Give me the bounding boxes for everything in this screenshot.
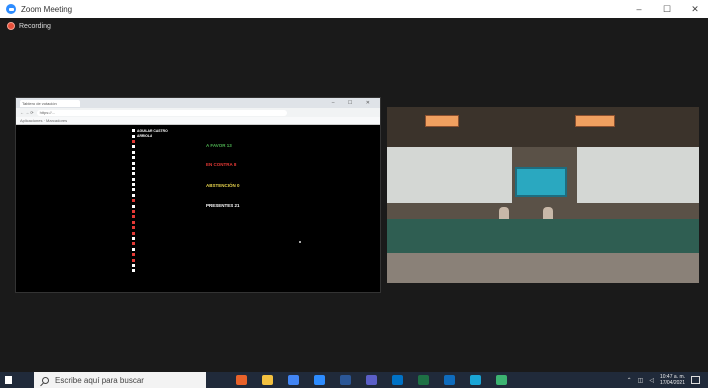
maximize-button[interactable]: ☐: [660, 4, 674, 15]
file-explorer-icon[interactable]: [262, 375, 273, 385]
vote-marker: [132, 226, 135, 230]
participant-video[interactable]: [387, 107, 699, 283]
taskbar: Escribe aquí para buscar ⌃ ◫ ◁ 10:47 a. …: [0, 372, 708, 388]
vote-marker: [132, 150, 135, 154]
ceiling-light: [575, 115, 615, 127]
tally-favor: A FAVOR 13: [206, 143, 232, 148]
bookmarks-bar: Aplicaciones · Marcadores: [16, 117, 380, 125]
browser-address-row: ← → ⟳ https://...: [16, 108, 380, 117]
vote-marker: [132, 166, 135, 170]
vote-marker: [132, 145, 135, 149]
recording-label: Recording: [19, 22, 51, 30]
browser-window-controls: – ☐ ✕: [331, 100, 376, 106]
vote-marker: [132, 172, 135, 176]
search-placeholder: Escribe aquí para buscar: [55, 375, 144, 385]
tally-abstencion: ABSTENCIÓN 0: [206, 183, 240, 188]
tally-contra: EN CONTRA 8: [206, 162, 237, 167]
volume-icon[interactable]: ◁: [649, 377, 654, 384]
window-wall: [387, 147, 512, 203]
voting-board: AGUILAR CASTRO ARRIOLA A FAVOR 13 EN CONT…: [16, 126, 380, 292]
tray-chevron-icon[interactable]: ⌃: [627, 377, 632, 384]
vote-marker: [132, 199, 135, 203]
clock-date: 17/04/2021: [659, 380, 685, 386]
vote-marker: [132, 183, 135, 187]
vote-marker: [132, 242, 135, 246]
vote-marker: [132, 134, 135, 138]
vote-marker: [132, 247, 135, 251]
window-controls: – ☐ ✕: [632, 0, 702, 18]
vote-marker: [132, 258, 135, 262]
nav-arrows-icon[interactable]: ← → ⟳: [20, 110, 34, 115]
meeting-table: [387, 219, 699, 253]
notifications-icon[interactable]: [691, 376, 700, 384]
member-name: ARRIOLA: [137, 134, 153, 139]
title-bar: Zoom Meeting – ☐ ✕: [0, 0, 708, 18]
taskbar-search[interactable]: Escribe aquí para buscar: [34, 372, 206, 388]
close-button[interactable]: ✕: [688, 4, 702, 15]
vote-marker: [132, 237, 135, 240]
member-name: AGUILAR CASTRO: [137, 128, 168, 133]
zoom-logo-icon: [6, 4, 16, 14]
mouse-cursor: [299, 241, 301, 243]
network-icon[interactable]: ◫: [638, 377, 644, 384]
clock[interactable]: 10:47 a. m. 17/04/2021: [660, 374, 685, 386]
zoom-window: Zoom Meeting – ☐ ✕ Recording Tablero de …: [0, 0, 708, 388]
app-green-icon[interactable]: [496, 375, 507, 385]
minimize-button[interactable]: –: [632, 4, 646, 14]
outlook-icon[interactable]: [392, 375, 403, 385]
vote-marker: [132, 269, 135, 273]
vote-marker: [132, 263, 135, 267]
photos-icon[interactable]: [444, 375, 455, 385]
ceiling: [387, 107, 699, 147]
address-bar[interactable]: https://...: [36, 109, 287, 116]
member-row: [132, 268, 210, 273]
record-icon: [7, 22, 15, 30]
browser-tab-strip: Tablero de votación – ☐ ✕: [16, 98, 380, 108]
presentation-screen: [515, 167, 567, 197]
vote-marker: [132, 161, 135, 165]
vote-marker: [132, 177, 135, 181]
browser-tab[interactable]: Tablero de votación: [20, 99, 80, 107]
windows-start-icon[interactable]: [0, 372, 16, 388]
floor: [387, 253, 699, 283]
member-list: AGUILAR CASTRO ARRIOLA: [132, 128, 210, 274]
system-tray: ⌃ ◫ ◁ 10:47 a. m. 17/04/2021: [627, 374, 700, 386]
edge-icon[interactable]: [470, 375, 481, 385]
shared-screen: Tablero de votación – ☐ ✕ ← → ⟳ https://…: [15, 97, 381, 293]
vote-marker: [132, 231, 135, 235]
zoom-icon[interactable]: [314, 375, 325, 385]
window-wall: [577, 147, 699, 203]
word-icon[interactable]: [340, 375, 351, 385]
vote-marker: [132, 204, 135, 208]
excel-icon[interactable]: [418, 375, 429, 385]
vote-marker: [132, 193, 135, 197]
search-icon: [42, 376, 49, 384]
firefox-icon[interactable]: [236, 375, 247, 385]
vote-marker: [132, 253, 135, 257]
vote-marker: [132, 129, 135, 133]
vote-marker: [132, 220, 135, 224]
teams-icon[interactable]: [366, 375, 377, 385]
window-title: Zoom Meeting: [21, 4, 73, 14]
vote-marker: [132, 188, 135, 192]
ceiling-light: [425, 115, 459, 127]
vote-marker: [132, 139, 135, 143]
vote-marker: [132, 156, 135, 160]
vote-marker: [132, 210, 135, 214]
chrome-icon[interactable]: [288, 375, 299, 385]
pinned-apps: [236, 375, 507, 385]
vote-marker: [132, 215, 135, 219]
tally-presentes: PRESENTES 21: [206, 203, 240, 208]
recording-indicator[interactable]: Recording: [7, 22, 51, 30]
